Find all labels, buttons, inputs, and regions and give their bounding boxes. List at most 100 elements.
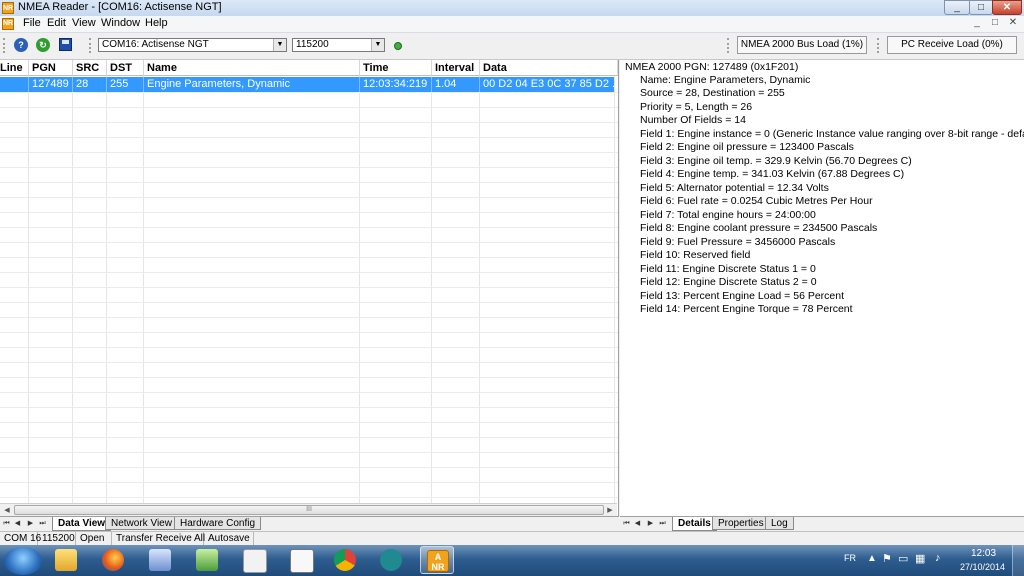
tab-first-icon[interactable]: ⏮	[622, 519, 631, 529]
menu-file[interactable]: File	[23, 17, 41, 29]
menu-view[interactable]: View	[72, 17, 96, 29]
app-icon[interactable]: NR	[2, 2, 14, 14]
network-icon	[149, 549, 171, 571]
toolbar-grip[interactable]	[3, 38, 8, 53]
status-open: Open	[76, 532, 112, 546]
grid-row-line	[0, 407, 618, 408]
mdi-close-button[interactable]: ✕	[1006, 16, 1020, 30]
tab-last-icon[interactable]: ⏭	[658, 519, 667, 529]
minimize-button[interactable]: _	[944, 0, 970, 15]
grid-row-line	[0, 137, 618, 138]
col-header-line[interactable]: Line	[0, 60, 29, 76]
close-button[interactable]: ✕	[992, 0, 1022, 15]
grid-row-line	[0, 107, 618, 108]
taskbar-chrome[interactable]	[328, 546, 362, 574]
network-tray-icon[interactable]: ▦	[915, 552, 925, 565]
taskbar-network[interactable]	[143, 546, 177, 574]
clock-time[interactable]: 12:03	[971, 548, 996, 559]
refresh-icon[interactable]: ↻	[36, 38, 50, 52]
taskbar-diagram[interactable]	[284, 546, 318, 574]
scroll-left-icon[interactable]: ◀	[1, 505, 13, 516]
toolbar-grip-4[interactable]	[877, 38, 882, 53]
cell-src: 28	[73, 77, 107, 92]
detail-line: Field 5: Alternator potential = 12.34 Vo…	[640, 182, 829, 194]
horizontal-scrollbar[interactable]: ◀ III ▶	[0, 503, 617, 516]
scroll-thumb[interactable]: III	[14, 505, 604, 515]
toolbar: ? ↻ COM16: Actisense NGT ▼ 115200 ▼ NMEA…	[0, 33, 1024, 60]
tab-data-view[interactable]: Data View	[52, 517, 112, 531]
status-baud: 115200	[38, 532, 76, 546]
data-grid[interactable]: Line PGN SRC DST Name Time Interval Data…	[0, 60, 619, 516]
taskbar: A NR FR ▲ ⚑ ▭ ▦ ♪ 12:03 27/10/2014	[0, 545, 1024, 576]
tab-last-icon[interactable]: ⏭	[38, 519, 47, 529]
grid-row-line	[0, 242, 618, 243]
mdi-child-icon[interactable]: NR	[2, 18, 14, 30]
grid-row-line	[0, 437, 618, 438]
flag-icon[interactable]: ⚑	[882, 552, 892, 565]
detail-line: Field 13: Percent Engine Load = 56 Perce…	[640, 290, 845, 302]
grid-row-line	[0, 467, 618, 468]
clock-date[interactable]: 27/10/2014	[960, 562, 1005, 572]
grid-row-line	[0, 347, 618, 348]
baud-select[interactable]: 115200 ▼	[292, 38, 385, 52]
taskbar-explorer[interactable]	[49, 546, 83, 574]
grid-row-line	[0, 287, 618, 288]
grid-row-line	[0, 422, 618, 423]
language-indicator[interactable]: FR	[844, 553, 856, 563]
taskbar-nmea-reader[interactable]: A NR	[420, 546, 454, 574]
show-hidden-icons-icon[interactable]: ▲	[867, 553, 877, 564]
tab-prev-icon[interactable]: ◀	[633, 519, 642, 529]
col-header-pgn[interactable]: PGN	[29, 60, 73, 76]
grid-row-line	[0, 92, 618, 93]
grid-row-line	[0, 122, 618, 123]
tab-network-view[interactable]: Network View	[105, 517, 178, 530]
mdi-restore-button[interactable]: □	[988, 16, 1002, 30]
cell-line	[0, 77, 29, 92]
tab-next-icon[interactable]: ▶	[646, 519, 655, 529]
toolbar-grip-2[interactable]	[89, 38, 94, 53]
tab-next-icon[interactable]: ▶	[26, 519, 35, 529]
diagram-icon	[290, 549, 314, 573]
show-desktop-button[interactable]	[1012, 545, 1024, 576]
display-icon[interactable]: ▭	[898, 552, 908, 565]
tab-hardware-config[interactable]: Hardware Config	[174, 517, 262, 530]
save-icon[interactable]	[59, 38, 72, 51]
taskbar-pdf[interactable]	[237, 546, 271, 574]
grid-row-line	[0, 362, 618, 363]
maximize-button[interactable]: □	[969, 0, 993, 15]
start-button-icon[interactable]	[4, 547, 42, 575]
toolbar-grip-3[interactable]	[727, 38, 732, 53]
col-header-src[interactable]: SRC	[73, 60, 107, 76]
tab-properties[interactable]: Properties	[712, 517, 770, 530]
menu-edit[interactable]: Edit	[47, 17, 66, 29]
col-header-interval[interactable]: Interval	[432, 60, 480, 76]
status-transfer: Transfer Receive All	[112, 532, 205, 546]
grid-row-line	[0, 197, 618, 198]
col-header-name[interactable]: Name	[144, 60, 360, 76]
taskbar-arduino[interactable]	[374, 546, 408, 574]
tab-log[interactable]: Log	[765, 517, 794, 530]
taskbar-firefox[interactable]	[96, 546, 130, 574]
detail-line: Name: Engine Parameters, Dynamic	[640, 74, 811, 86]
firefox-icon	[102, 549, 124, 571]
port-select[interactable]: COM16: Actisense NGT ▼	[98, 38, 287, 52]
mdi-minimize-button[interactable]: _	[970, 16, 984, 30]
menu-help[interactable]: Help	[145, 17, 168, 29]
scroll-right-icon[interactable]: ▶	[604, 505, 616, 516]
chevron-down-icon[interactable]: ▼	[371, 39, 384, 51]
tab-first-icon[interactable]: ⏮	[2, 519, 11, 529]
menu-window[interactable]: Window	[101, 17, 140, 29]
col-header-time[interactable]: Time	[360, 60, 432, 76]
help-icon[interactable]: ?	[14, 38, 28, 52]
chevron-down-icon[interactable]: ▼	[273, 39, 286, 51]
taskbar-chart-app[interactable]	[190, 546, 224, 574]
table-row[interactable]: 127489 28 255 Engine Parameters, Dynamic…	[0, 77, 614, 92]
tab-prev-icon[interactable]: ◀	[13, 519, 22, 529]
col-header-dst[interactable]: DST	[107, 60, 144, 76]
col-header-data[interactable]: Data	[480, 60, 618, 76]
title-bar: NR NMEA Reader - [COM16: Actisense NGT] …	[0, 0, 1024, 16]
nmea-reader-icon: A NR	[427, 550, 449, 572]
right-tab-strip: ⏮ ◀ ▶ ⏭ Details Properties Log	[620, 516, 1024, 531]
volume-icon[interactable]: ♪	[935, 552, 941, 564]
tab-details[interactable]: Details	[672, 517, 717, 531]
